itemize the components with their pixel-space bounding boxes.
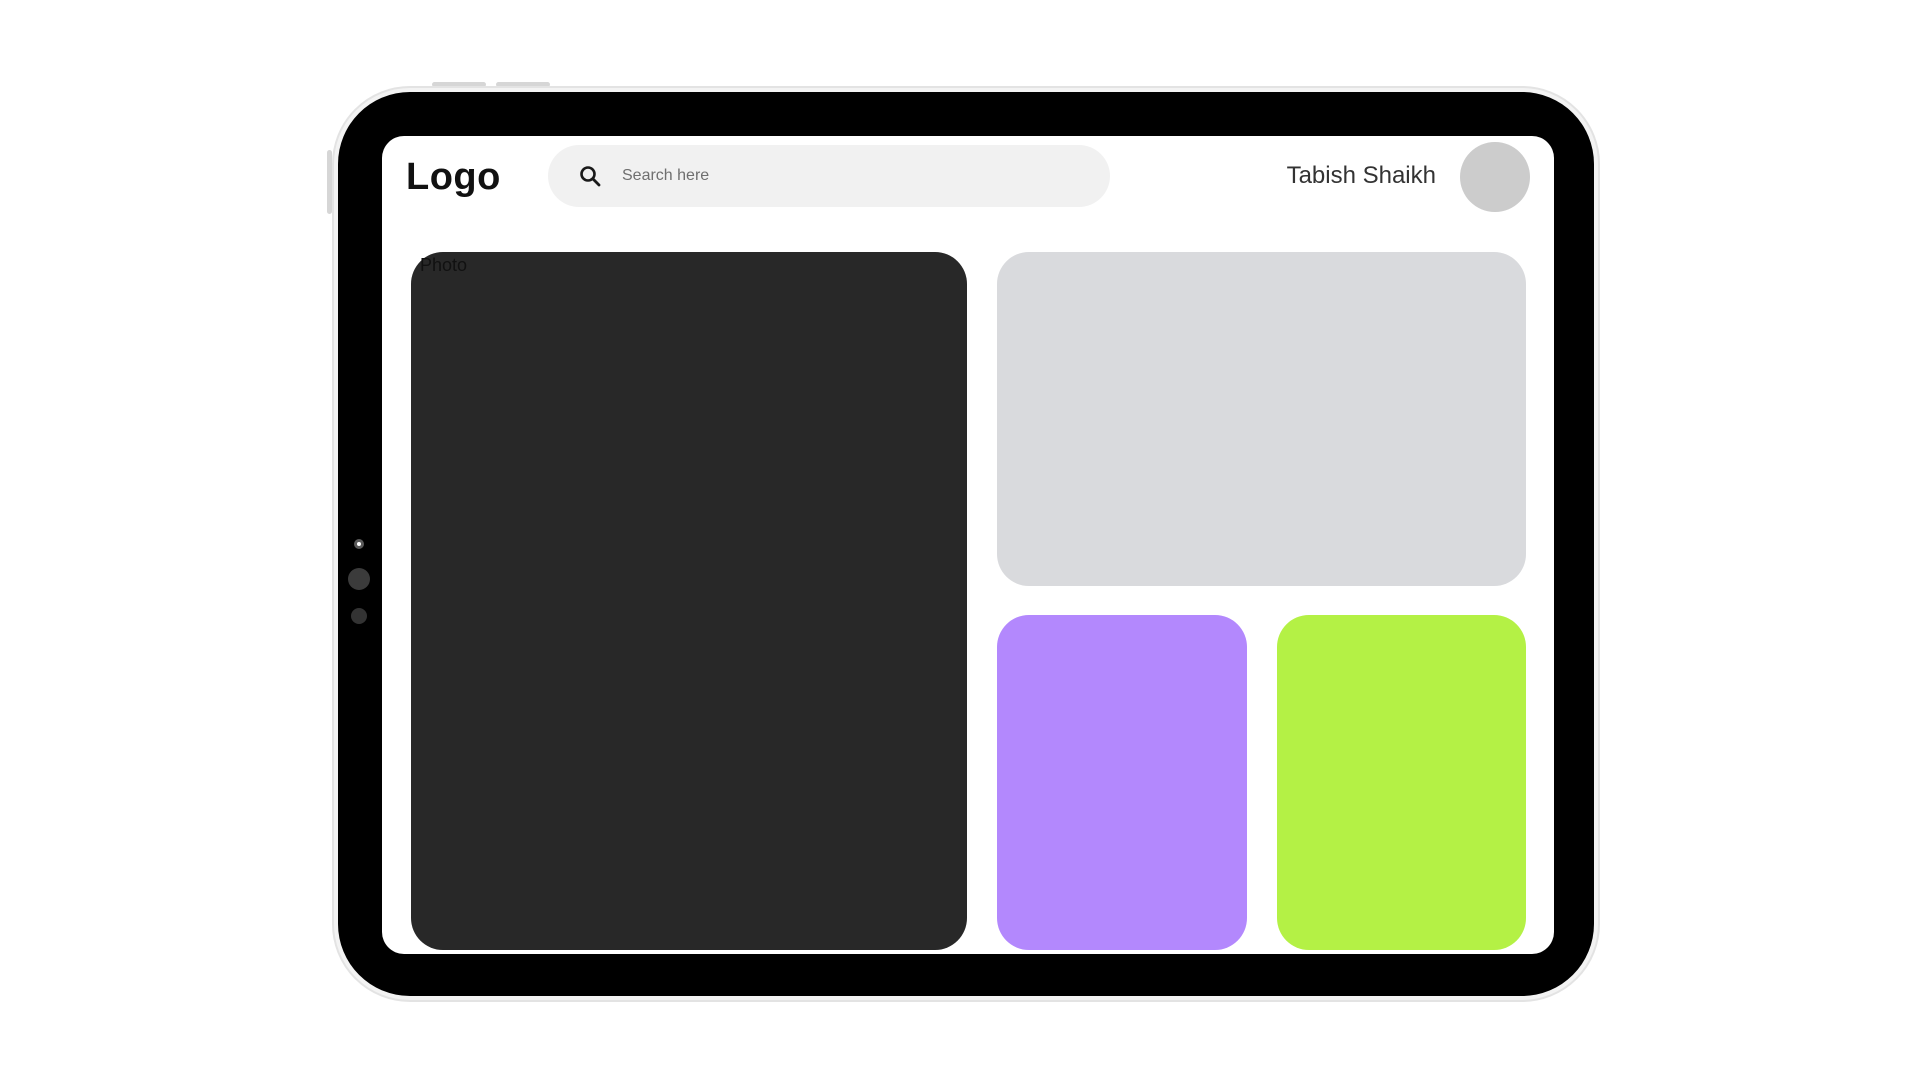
top-right-card[interactable] <box>997 252 1526 586</box>
camera-lens <box>354 539 364 549</box>
search-bar[interactable] <box>548 145 1110 207</box>
user-name[interactable]: Tabish Shaikh <box>1287 162 1436 190</box>
camera-sensor <box>351 608 367 624</box>
green-card[interactable] <box>1277 615 1526 950</box>
tablet-screen: Logo Tabish Shaikh Photo <box>382 136 1554 954</box>
search-input[interactable] <box>620 166 1064 186</box>
canvas: Logo Tabish Shaikh Photo <box>0 0 1920 1080</box>
purple-card[interactable] <box>997 615 1247 950</box>
search-icon[interactable] <box>578 164 602 188</box>
avatar[interactable] <box>1460 142 1530 212</box>
camera-sensor <box>348 568 370 590</box>
logo[interactable]: Logo <box>406 156 501 199</box>
photo-card-label: Photo <box>420 255 468 275</box>
photo-card[interactable]: Photo <box>411 252 967 950</box>
